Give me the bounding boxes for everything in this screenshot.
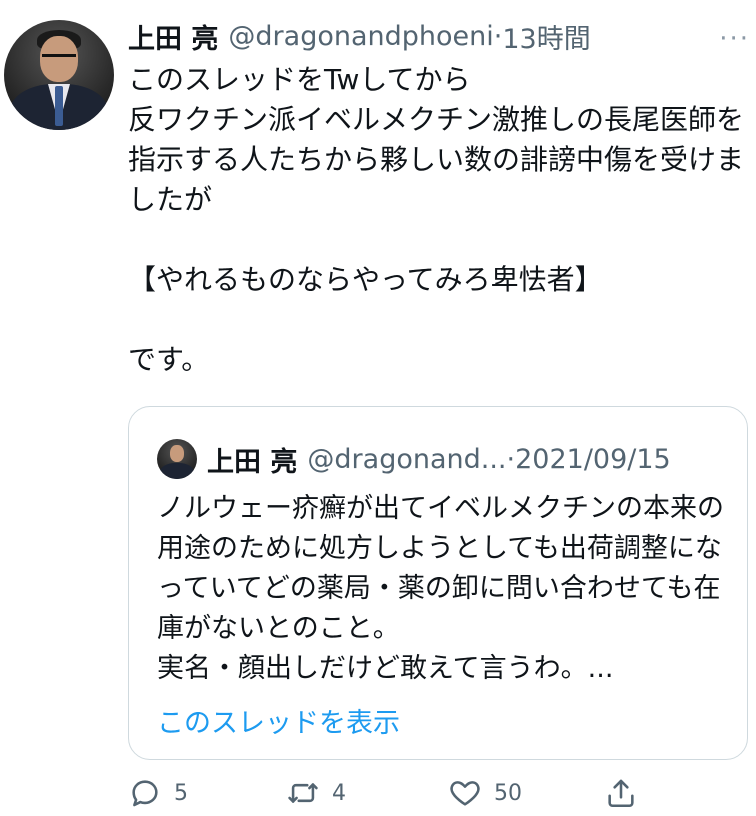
retweet-button[interactable]: 4 (286, 776, 346, 810)
quoted-author-name: 上田 亮 (207, 446, 298, 478)
tweet-text: このスレッドをTwしてから 反ワクチン派イベルメクチン激推しの長尾医師を指示する… (128, 63, 745, 376)
quoted-author-avatar (157, 439, 197, 479)
like-button[interactable]: 50 (448, 776, 522, 810)
heart-icon (450, 781, 480, 806)
author-name[interactable]: 上田 亮 (128, 17, 218, 56)
tweet-actions: 5 4 50 (128, 776, 648, 816)
reply-count: 5 (174, 780, 188, 806)
tweet-header: 上田 亮 @dragonandphoeni · 13時間 (128, 17, 716, 56)
retweet-count: 4 (332, 780, 346, 806)
header-separator: · (493, 20, 503, 52)
quoted-header-separator: · (506, 443, 516, 475)
tweet-time[interactable]: 13時間 (502, 17, 590, 56)
quoted-tweet-header: 上田 亮 @dragonand... · 2021/09/15 (207, 439, 737, 479)
quoted-author-handle: @dragonand... (307, 443, 507, 475)
reply-button[interactable]: 5 (128, 776, 188, 810)
share-icon (608, 779, 634, 808)
reply-icon (132, 780, 158, 807)
author-avatar[interactable] (4, 20, 114, 130)
more-options-icon[interactable]: ··· (719, 24, 750, 54)
author-handle[interactable]: @dragonandphoeni (228, 21, 493, 52)
quoted-tweet[interactable]: 上田 亮 @dragonand... · 2021/09/15 ノルウェー疥癬が… (128, 406, 748, 760)
share-button[interactable] (604, 776, 638, 810)
like-count: 50 (494, 780, 522, 806)
quoted-tweet-text: ノルウェー疥癬が出てイベルメクチンの本来の用途のために処方しようとしても出荷調整… (157, 493, 724, 684)
quoted-tweet-date: 2021/09/15 (515, 443, 671, 475)
retweet-icon (288, 783, 318, 803)
show-thread-link[interactable]: このスレッドを表示 (157, 701, 400, 740)
